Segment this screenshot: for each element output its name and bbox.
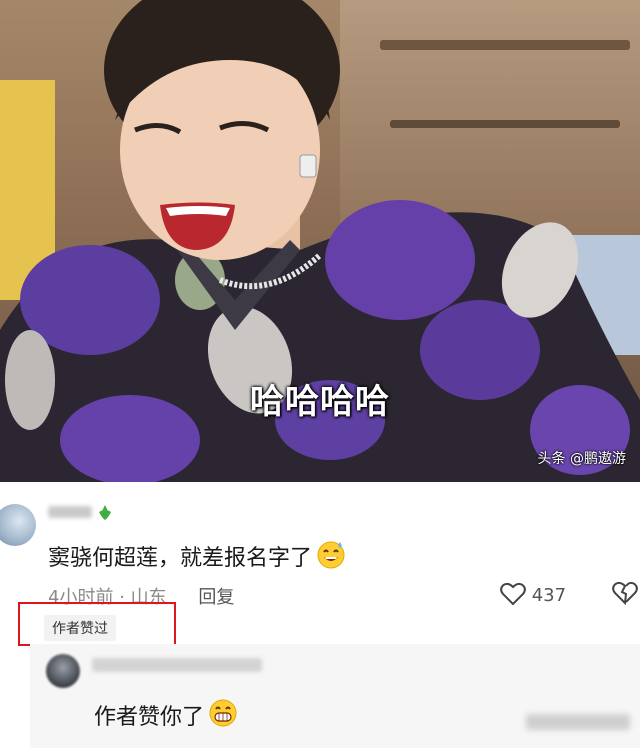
comment-body: 窦骁何超莲，就差报名字了 xyxy=(48,539,346,572)
video-frame[interactable]: 哈哈哈哈 头条 @鹏遨游 xyxy=(0,0,640,482)
replier-avatar[interactable] xyxy=(46,654,80,688)
reply-body: 作者赞你了 xyxy=(94,698,238,731)
author-liked-tag: 作者赞过 xyxy=(44,615,116,641)
reply-button[interactable]: 回复 xyxy=(198,587,234,608)
reply-text: 作者赞你了 xyxy=(94,705,205,730)
blurred-replier-name[interactable] xyxy=(92,658,262,672)
leaf-badge-icon xyxy=(99,505,111,520)
blurred-username xyxy=(48,506,92,518)
commenter-name[interactable] xyxy=(48,504,118,522)
source-watermark: 头条 @鹏遨游 xyxy=(537,451,626,467)
comment-text: 窦骁何超莲，就差报名字了 xyxy=(48,546,313,571)
author-liked-highlight-box: 作者赞过 xyxy=(18,602,176,646)
broken-heart-icon[interactable] xyxy=(612,581,638,605)
reply-thread[interactable]: 作者赞你了 xyxy=(30,644,640,748)
video-subtitle: 哈哈哈哈 xyxy=(250,382,390,422)
blurred-corner-watermark xyxy=(526,714,630,730)
grinning-emoji-icon xyxy=(209,699,237,727)
laughing-sweat-emoji-icon xyxy=(317,541,345,569)
heart-icon xyxy=(500,582,526,606)
commenter-avatar[interactable] xyxy=(0,504,36,546)
like-count: 437 xyxy=(531,585,567,606)
comment-section: 窦骁何超莲，就差报名字了 4小时前 · 山东 回复 437 作者赞过 作者赞你了 xyxy=(0,482,640,748)
like-button[interactable]: 437 xyxy=(500,582,566,606)
